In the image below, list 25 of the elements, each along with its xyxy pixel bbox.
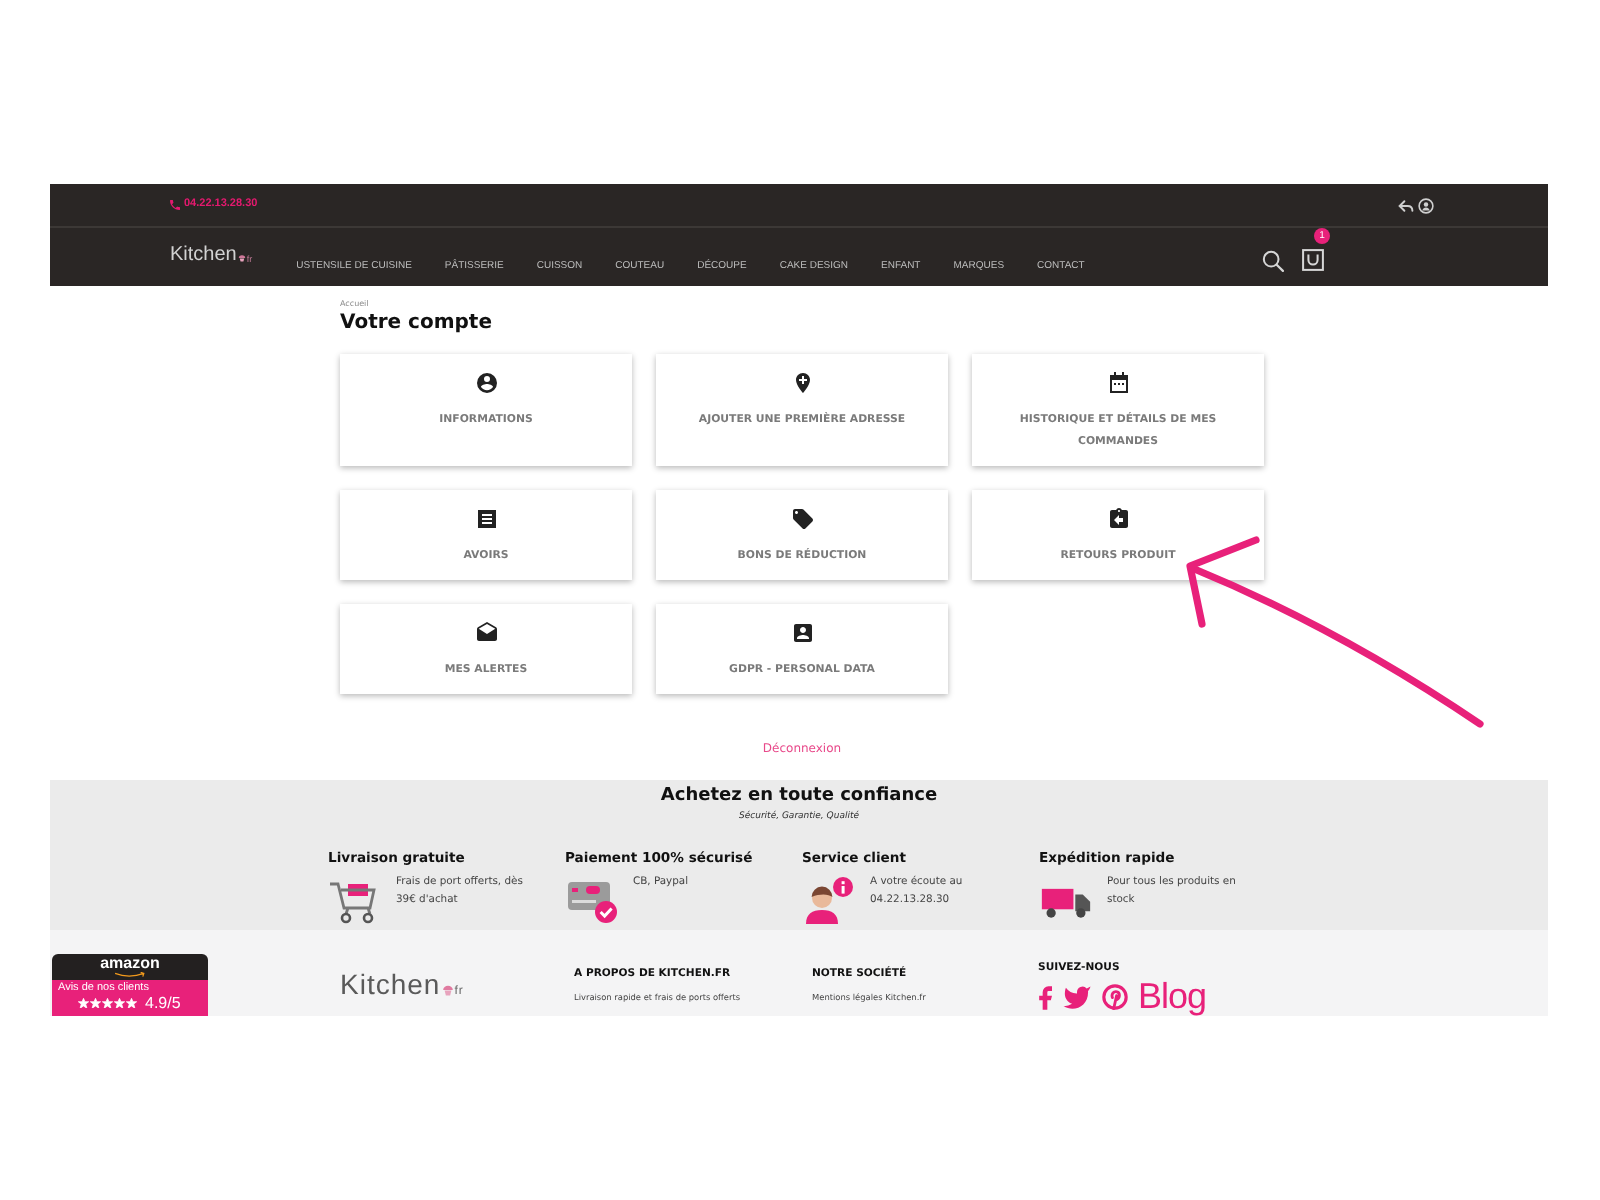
page-title: Votre compte [340, 312, 492, 336]
user-circle-icon[interactable] [1418, 197, 1434, 213]
shopping-bag-icon[interactable] [1302, 248, 1324, 272]
twitter-icon[interactable] [1062, 985, 1092, 1009]
reply-arrow-icon[interactable] [1398, 197, 1414, 213]
person-card-icon [791, 622, 813, 644]
clipboard-arrow-icon [1107, 508, 1129, 530]
map-pin-plus-icon [791, 372, 813, 394]
tag-icon [791, 508, 813, 530]
brand-logo-text: amazon [100, 956, 160, 972]
cupcake-icon [238, 254, 247, 262]
credit-card-check-icon [565, 876, 617, 924]
support-agent-icon [802, 876, 854, 924]
pinterest-icon[interactable] [1102, 984, 1128, 1010]
search-icon[interactable] [1262, 249, 1284, 271]
rating-score: 4.9/5 [145, 994, 181, 1012]
section-title: Achetez en toute confiance [660, 784, 938, 810]
smile-arrow-icon [114, 972, 146, 978]
cupcake-icon [442, 984, 455, 996]
facebook-icon[interactable] [1038, 985, 1052, 1009]
calendar-icon [1107, 372, 1129, 394]
open-envelope-icon [475, 622, 497, 644]
blog-link[interactable]: Blog [1138, 982, 1207, 1012]
document-lines-icon [475, 508, 497, 530]
phone-icon [170, 200, 180, 210]
